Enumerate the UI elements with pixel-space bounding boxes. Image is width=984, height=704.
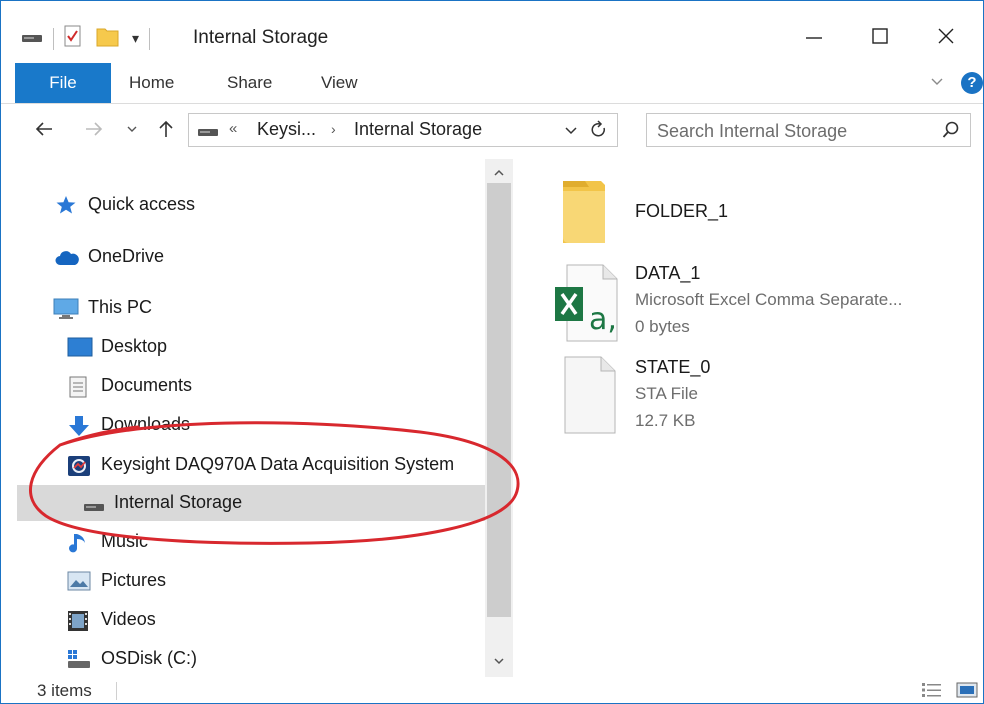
blank-file-icon [555,355,621,440]
up-button[interactable] [153,114,179,144]
excel-csv-icon: a, [555,263,621,348]
toolbar-divider [53,27,54,50]
file-size: 12.7 KB [635,411,696,430]
nav-item-label: OneDrive [88,246,165,266]
maximize-button[interactable] [857,21,903,51]
search-box [646,113,971,147]
recent-locations-button[interactable] [121,114,143,144]
documents-icon [69,376,89,403]
navigation-pane: Quick access OneDrive This PC Desktop Do [1,159,513,677]
star-icon [55,195,77,220]
nav-item-label: Internal Storage [114,492,243,512]
videos-icon [67,610,89,637]
file-type: STA File [635,384,698,403]
item-count: 3 items [37,681,92,700]
nav-item-label: Music [101,531,149,551]
nav-item-label: Pictures [101,570,167,590]
nav-item-videos[interactable]: Videos [1,602,485,638]
address-dropdown-icon[interactable] [563,120,579,145]
address-bar[interactable]: « Keysi... › Internal Storage [188,113,618,147]
status-divider [116,682,117,700]
tab-share[interactable]: Share [227,63,272,103]
status-bar: 3 items [1,677,983,703]
tab-home[interactable]: Home [129,63,174,103]
device-icon [67,455,91,482]
address-overflow[interactable]: « [229,120,237,137]
nav-item-pictures[interactable]: Pictures [1,563,485,599]
desktop-icon [67,337,93,362]
pictures-icon [67,571,91,596]
file-list: FOLDER_1 a, DATA_1 Microsoft Excel Comma… [525,159,975,677]
file-name: DATA_1 [635,263,701,283]
file-item-folder-1[interactable]: FOLDER_1 [525,173,965,253]
music-icon [69,532,89,559]
details-view-icon[interactable] [921,681,943,703]
file-item-state-0[interactable]: STATE_0 STA File 12.7 KB [525,355,965,441]
download-icon [67,415,91,442]
close-button[interactable] [923,21,969,51]
file-item-data-1[interactable]: a, DATA_1 Microsoft Excel Comma Separate… [525,261,965,347]
nav-item-downloads[interactable]: Downloads [1,407,485,443]
cloud-icon [55,250,79,271]
file-size: 0 bytes [635,317,690,336]
help-button[interactable]: ? [961,72,983,94]
ribbon-tabs: File Home Share View ? [1,63,983,104]
explorer-window: ▾ Internal Storage File Home Share View … [0,0,984,704]
svg-text:a,: a, [589,302,617,337]
nav-item-label: Desktop [101,336,168,356]
nav-item-label: This PC [88,297,153,317]
nav-item-label: Documents [101,375,193,395]
toolbar-divider [149,27,151,50]
window-title: Internal Storage [193,27,329,48]
drive-icon [83,499,105,517]
navigation-bar: « Keysi... › Internal Storage [1,104,983,154]
large-icons-view-icon[interactable] [956,681,978,703]
nav-item-this-pc[interactable]: This PC [1,290,485,326]
nav-item-label: Quick access [88,194,196,214]
nav-item-label: Downloads [101,414,191,434]
nav-item-music[interactable]: Music [1,524,485,560]
tab-file[interactable]: File [15,63,111,103]
nav-item-label: Videos [101,609,156,629]
nav-item-onedrive[interactable]: OneDrive [1,239,485,275]
scrollbar-thumb[interactable] [487,183,511,617]
title-bar: ▾ Internal Storage [1,1,983,63]
scroll-down-icon[interactable] [493,653,505,671]
quick-access-toolbar: ▾ [21,25,160,52]
scroll-up-icon[interactable] [493,165,505,183]
breadcrumb-separator[interactable]: › [331,121,336,137]
file-type: Microsoft Excel Comma Separate... [635,290,903,309]
computer-icon [53,298,79,325]
disk-icon [67,649,91,674]
folder-icon [555,177,611,252]
nav-item-quick-access[interactable]: Quick access [1,187,485,223]
drive-icon [197,124,219,142]
file-name: STATE_0 [635,357,711,377]
drive-icon [21,29,43,48]
nav-item-desktop[interactable]: Desktop [1,329,485,365]
breadcrumb-internal-storage[interactable]: Internal Storage [354,119,482,140]
refresh-icon[interactable] [589,119,609,146]
search-input[interactable] [655,118,929,144]
expand-ribbon-icon[interactable] [929,73,945,94]
nav-item-osdisk[interactable]: OSDisk (C:) [1,641,485,677]
nav-item-label: OSDisk (C:) [101,648,197,668]
properties-icon[interactable] [64,25,82,52]
new-folder-icon[interactable] [96,25,120,52]
breadcrumb-keysight[interactable]: Keysi... [257,119,316,140]
customize-toolbar-dropdown[interactable]: ▾ [132,30,139,47]
nav-item-keysight-daq970a[interactable]: Keysight DAQ970A Data Acquisition System [1,447,485,483]
nav-item-label: Keysight DAQ970A Data Acquisition System [101,454,455,474]
tab-view[interactable]: View [321,63,358,103]
search-icon[interactable] [942,121,960,144]
nav-pane-scrollbar[interactable] [485,159,513,677]
minimize-button[interactable] [791,21,837,51]
forward-button[interactable] [79,114,109,144]
nav-item-documents[interactable]: Documents [1,368,485,404]
back-button[interactable] [29,114,59,144]
nav-item-internal-storage[interactable]: Internal Storage [17,485,485,521]
file-name: FOLDER_1 [635,201,729,221]
